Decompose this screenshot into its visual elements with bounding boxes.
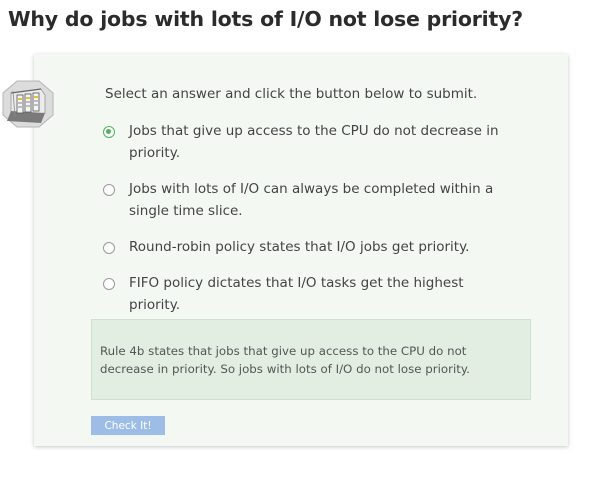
radio-selected-icon[interactable]: [103, 126, 115, 138]
radio-empty-icon[interactable]: [103, 278, 115, 290]
answer-option-label: Jobs that give up access to the CPU do n…: [129, 123, 499, 161]
answer-option-label: Jobs with lots of I/O can always be comp…: [129, 181, 494, 219]
answer-option-4[interactable]: FIFO policy dictates that I/O tasks get …: [103, 275, 513, 316]
feedback-box: Rule 4b states that jobs that give up ac…: [91, 319, 531, 400]
check-it-button[interactable]: Check It!: [91, 416, 165, 435]
answer-option-3[interactable]: Round-robin policy states that I/O jobs …: [103, 239, 513, 258]
answer-option-label: FIFO policy dictates that I/O tasks get …: [129, 275, 464, 313]
radio-empty-icon[interactable]: [103, 242, 115, 254]
quiz-card: Select an answer and click the button be…: [34, 54, 568, 446]
server-room-icon: [1, 79, 55, 129]
quiz-instructions: Select an answer and click the button be…: [105, 86, 478, 102]
radio-empty-icon[interactable]: [103, 184, 115, 196]
answer-option-1[interactable]: Jobs that give up access to the CPU do n…: [103, 123, 513, 164]
answer-option-2[interactable]: Jobs with lots of I/O can always be comp…: [103, 181, 513, 222]
question-title: Why do jobs with lots of I/O not lose pr…: [8, 7, 523, 31]
answer-option-label: Round-robin policy states that I/O jobs …: [129, 239, 470, 255]
quiz-page: Why do jobs with lots of I/O not lose pr…: [0, 0, 599, 477]
